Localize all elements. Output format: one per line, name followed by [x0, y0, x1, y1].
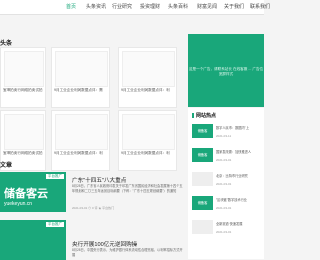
promo-tag: 平台推广: [46, 222, 64, 227]
hot-topic-date: 2021-03-01: [216, 206, 232, 210]
hot-topic-date: 2021-03-11: [216, 134, 232, 138]
hot-topic-thumbnail: [192, 220, 213, 234]
hot-topic-title[interactable]: 全新赛道 快速发展: [216, 222, 262, 226]
hot-topics-title-text: 网站热点: [196, 113, 217, 119]
nav-item-encyclopedia[interactable]: 头条百科: [168, 3, 188, 10]
hot-topic-title[interactable]: 数字人民币：数据内"上: [216, 126, 262, 130]
article-thumbnail: 平台推广: [0, 220, 66, 260]
headline-card[interactable]: 9月工业企业利润数据点评：利: [51, 110, 110, 171]
promo-tag: 平台推广: [46, 174, 64, 179]
hot-topic-title[interactable]: 国家发改委：加快推进人: [216, 150, 262, 154]
hot-topic-thumbnail: 储备客: [192, 124, 213, 138]
card-title: 9月工业企业利润数据点评：需: [54, 88, 103, 92]
card-thumbnail: [55, 51, 108, 87]
headline-card[interactable]: 9月工业企业利润数据点评：利: [118, 110, 177, 171]
card-title: 宝坤拍卖行网络拍卖试拍: [3, 88, 43, 92]
headline-card[interactable]: 9月工业企业利润数据点评：需: [51, 47, 110, 108]
article-item[interactable]: 平台推广 储备客云 yuekeyun.cn 广东"十四五"八大重点 8月28日，…: [0, 168, 186, 214]
article-item[interactable]: 平台推广 央行开展100亿元逆回购操 8月28日，中国央行表示，为维护银行体系流…: [0, 216, 186, 260]
card-title: 9月工业企业利润数据点评：利: [121, 88, 170, 92]
card-thumbnail: [4, 114, 44, 150]
top-nav: 首页 头条资讯 行业研究 投资理财 头条百科 财富见闻 关于我们 联系我们: [0, 0, 270, 15]
headline-card[interactable]: 9月工业企业利润数据点评：利: [118, 47, 177, 108]
card-title: 9月工业企业利润数据点评：利: [54, 151, 103, 155]
article-summary: 8月28日，中国央行表示，为维护银行体系流动性合理充裕，以利率招标方式开展: [72, 248, 183, 257]
article-title[interactable]: 央行开展100亿元逆回购操: [72, 240, 137, 248]
card-title: 9月工业企业利润数据点评：利: [121, 151, 170, 155]
card-thumbnail: [122, 114, 175, 150]
hot-topic-title[interactable]: 北京：比特币行业研究: [216, 174, 262, 178]
hot-topic-date: 2021-03-01: [216, 158, 232, 162]
article-title[interactable]: 广东"十四五"八大重点: [72, 176, 126, 184]
hot-topic-thumbnail: 储备客: [192, 148, 213, 162]
hot-topics-panel: 网站热点 储备客 数字人民币：数据内"上 2021-03-11 储备客 国家发改…: [188, 108, 264, 259]
nav-item-headline-news[interactable]: 头条资讯: [86, 3, 106, 10]
hot-topic-title[interactable]: "区块链"数字技术行业: [216, 198, 262, 202]
headlines-section-title: 头条: [0, 41, 13, 47]
nav-item-contact[interactable]: 联系我们: [250, 3, 270, 10]
nav-item-about[interactable]: 关于我们: [224, 3, 244, 10]
nav-item-industry-research[interactable]: 行业研究: [112, 3, 132, 10]
nav-item-wealth-news[interactable]: 财富见闻: [197, 3, 217, 10]
card-thumbnail: [4, 51, 44, 87]
title-accent-bar: [192, 113, 194, 119]
hot-topic-thumbnail: 储备客: [192, 196, 213, 210]
nav-item-investment[interactable]: 投资理财: [140, 3, 160, 10]
promo-brand: 储备客云: [4, 188, 48, 200]
hot-topics-title: 网站热点: [192, 112, 216, 119]
hot-topic-date: 2021-03-01: [216, 230, 232, 234]
hot-topic-date: 2021-03-01: [216, 182, 232, 186]
promo-url: yuekeyun.cn: [4, 201, 33, 207]
headline-card[interactable]: 宝坤拍卖行网络拍卖试拍: [0, 47, 46, 108]
ad-banner[interactable]: 这是一个广告，请联系站长 在线客服 ... 广告位 宽屏样式: [188, 34, 264, 107]
card-thumbnail: [122, 51, 175, 87]
ad-banner-text: 这是一个广告，请联系站长 在线客服 ... 广告位 宽屏样式: [188, 67, 264, 76]
article-thumbnail: 平台推广 储备客云 yuekeyun.cn: [0, 172, 66, 212]
card-thumbnail: [55, 114, 108, 150]
article-summary: 8月28日，广东省人民政府印发关于印发广东省国民经济和社会发展第十四个五年规划和…: [72, 184, 183, 193]
nav-item-home[interactable]: 首页: [66, 3, 76, 10]
hot-topic-thumbnail: [192, 172, 213, 186]
card-title: 宝坤拍卖行网络拍卖试拍: [3, 151, 43, 155]
article-meta: 2021-03-01 ⊙ 0 评 ★ 平台热门: [72, 206, 115, 210]
